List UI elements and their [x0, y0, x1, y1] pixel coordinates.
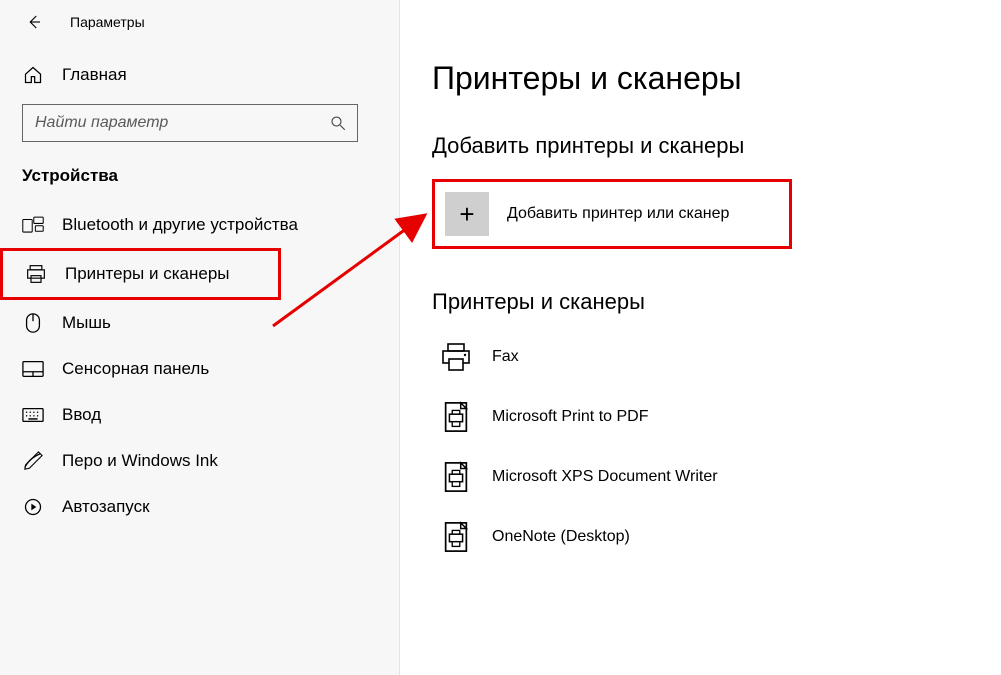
sidebar-item-autoplay[interactable]: Автозапуск: [0, 484, 399, 530]
printer-device-icon: [438, 519, 474, 555]
sidebar-item-mouse[interactable]: Мышь: [0, 300, 399, 346]
sidebar-item-label: Принтеры и сканеры: [65, 264, 230, 284]
sidebar-item-label: Мышь: [62, 313, 111, 333]
sidebar-item-label: Ввод: [62, 405, 101, 425]
search-wrap: [22, 104, 377, 142]
plus-icon: +: [445, 192, 489, 236]
printer-device-icon: [438, 399, 474, 435]
sidebar-section-title: Устройства: [0, 162, 399, 202]
printer-item-label: OneNote (Desktop): [492, 528, 630, 546]
sidebar-item-label: Bluetooth и другие устройства: [62, 215, 298, 235]
home-icon: [22, 64, 44, 86]
sidebar: Параметры Главная Устройства Bluetooth и…: [0, 0, 400, 675]
add-section-header: Добавить принтеры и сканеры: [432, 133, 961, 159]
add-printer-label: Добавить принтер или сканер: [507, 205, 729, 223]
search-input[interactable]: [33, 113, 329, 133]
sidebar-item-touchpad[interactable]: Сенсорная панель: [0, 346, 399, 392]
printer-icon: [25, 263, 47, 285]
nav-home-label: Главная: [62, 65, 127, 85]
sidebar-item-bluetooth[interactable]: Bluetooth и другие устройства: [0, 202, 399, 248]
printer-list-header: Принтеры и сканеры: [432, 289, 961, 315]
printer-device-icon: [438, 339, 474, 375]
printer-item-label: Fax: [492, 348, 519, 366]
printer-device-icon: [438, 459, 474, 495]
sidebar-item-label: Сенсорная панель: [62, 359, 209, 379]
arrow-left-icon: [25, 13, 43, 31]
printer-item[interactable]: OneNote (Desktop): [432, 507, 961, 567]
printer-list-section: Принтеры и сканеры Fax Microsoft Print t…: [432, 289, 961, 567]
search-icon: [329, 114, 347, 132]
printer-item[interactable]: Fax: [432, 327, 961, 387]
sidebar-item-pen[interactable]: Перо и Windows Ink: [0, 438, 399, 484]
sidebar-item-label: Перо и Windows Ink: [62, 451, 218, 471]
bluetooth-devices-icon: [22, 214, 44, 236]
keyboard-icon: [22, 404, 44, 426]
autoplay-icon: [22, 496, 44, 518]
add-printer-button[interactable]: + Добавить принтер или сканер: [445, 192, 779, 236]
page-title: Принтеры и сканеры: [432, 60, 961, 97]
pen-icon: [22, 450, 44, 472]
printer-item[interactable]: Microsoft XPS Document Writer: [432, 447, 961, 507]
window-title: Параметры: [70, 14, 145, 30]
nav-home[interactable]: Главная: [0, 54, 399, 104]
sidebar-item-typing[interactable]: Ввод: [0, 392, 399, 438]
printer-item-label: Microsoft Print to PDF: [492, 408, 648, 426]
sidebar-item-label: Автозапуск: [62, 497, 150, 517]
search-box[interactable]: [22, 104, 358, 142]
annotation-highlight-add: + Добавить принтер или сканер: [432, 179, 792, 249]
touchpad-icon: [22, 358, 44, 380]
back-button[interactable]: [22, 10, 46, 34]
printer-item[interactable]: Microsoft Print to PDF: [432, 387, 961, 447]
settings-window: Параметры Главная Устройства Bluetooth и…: [0, 0, 1001, 675]
sidebar-item-printers[interactable]: Принтеры и сканеры: [0, 248, 281, 300]
printer-item-label: Microsoft XPS Document Writer: [492, 468, 718, 486]
main-content: Принтеры и сканеры Добавить принтеры и с…: [400, 0, 1001, 675]
mouse-icon: [22, 312, 44, 334]
titlebar: Параметры: [0, 6, 399, 54]
